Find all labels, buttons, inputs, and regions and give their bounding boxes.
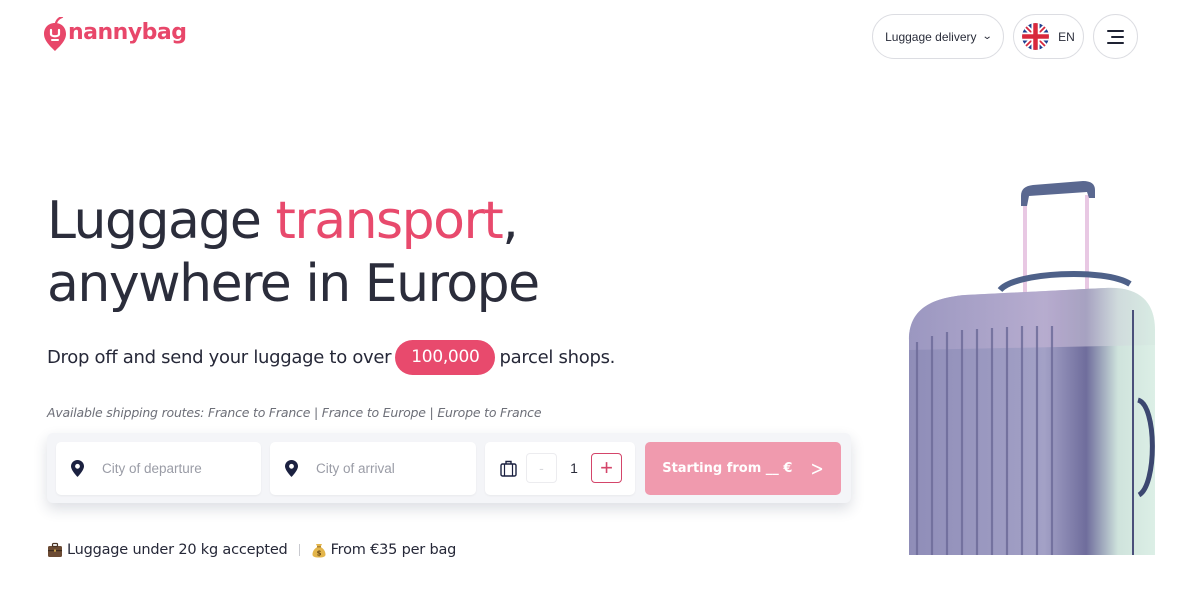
- decrease-quantity-button[interactable]: -: [526, 453, 557, 483]
- headline-line2: anywhere in Europe: [47, 254, 540, 314]
- top-navigation: Luggage delivery ⌄ EN: [872, 14, 1138, 59]
- luggage-delivery-dropdown[interactable]: Luggage delivery ⌄: [872, 14, 1004, 59]
- parcel-shop-count-badge: 100,000: [395, 340, 496, 375]
- feature-item-price: $ From €35 per bag: [311, 542, 457, 558]
- briefcase-emoji-icon: [48, 542, 62, 557]
- feature-divider: [298, 544, 300, 556]
- brand-logo[interactable]: nannybag: [43, 17, 187, 51]
- departure-city-input[interactable]: [102, 460, 252, 476]
- hamburger-menu-icon: [1107, 29, 1124, 44]
- starting-from-price-button[interactable]: Starting from __ € >: [645, 441, 841, 495]
- feature-list: Luggage under 20 kg accepted $ From €35 …: [47, 542, 456, 558]
- nannybag-logo-icon: [44, 17, 66, 51]
- quantity-value: 1: [570, 460, 578, 476]
- hero-subline: Drop off and send your luggage to over 1…: [47, 340, 615, 375]
- cta-label: Starting from __ €: [662, 460, 793, 476]
- menu-button[interactable]: [1093, 14, 1138, 59]
- headline-accent: transport: [275, 191, 503, 251]
- chevron-down-icon: ⌄: [981, 31, 993, 42]
- feature-label: Luggage under 20 kg accepted: [67, 542, 288, 558]
- svg-text:$: $: [316, 549, 321, 557]
- headline-text: Luggage: [47, 191, 276, 251]
- luggage-delivery-label: Luggage delivery: [885, 29, 977, 44]
- subline-after: parcel shops.: [499, 347, 616, 368]
- language-selector[interactable]: EN: [1013, 14, 1084, 59]
- subline-before: Drop off and send your luggage to over: [47, 347, 392, 368]
- arrival-field[interactable]: [270, 441, 476, 495]
- departure-field[interactable]: [56, 441, 261, 495]
- luggage-quantity-stepper: - 1 +: [485, 441, 635, 495]
- shipping-routes-note: Available shipping routes: France to Fra…: [47, 405, 542, 420]
- feature-label: From €35 per bag: [330, 542, 457, 558]
- arrival-city-input[interactable]: [316, 460, 466, 476]
- suitcase-illustration: [909, 181, 1155, 555]
- booking-search-bar: - 1 + Starting from __ € >: [47, 433, 851, 503]
- suitcase-icon: [500, 460, 517, 477]
- headline-comma: ,: [502, 191, 519, 251]
- hero-headline: Luggage transport, anywhere in Europe: [47, 190, 540, 316]
- money-bag-emoji-icon: $: [312, 544, 326, 558]
- uk-flag-icon: [1022, 23, 1050, 50]
- language-label: EN: [1058, 29, 1075, 44]
- increase-quantity-button[interactable]: +: [591, 453, 622, 483]
- brand-name: nannybag: [68, 19, 187, 45]
- feature-item-weight: Luggage under 20 kg accepted: [47, 542, 288, 558]
- location-pin-icon: [285, 459, 298, 477]
- location-pin-icon: [71, 459, 84, 477]
- chevron-right-icon: >: [810, 455, 824, 481]
